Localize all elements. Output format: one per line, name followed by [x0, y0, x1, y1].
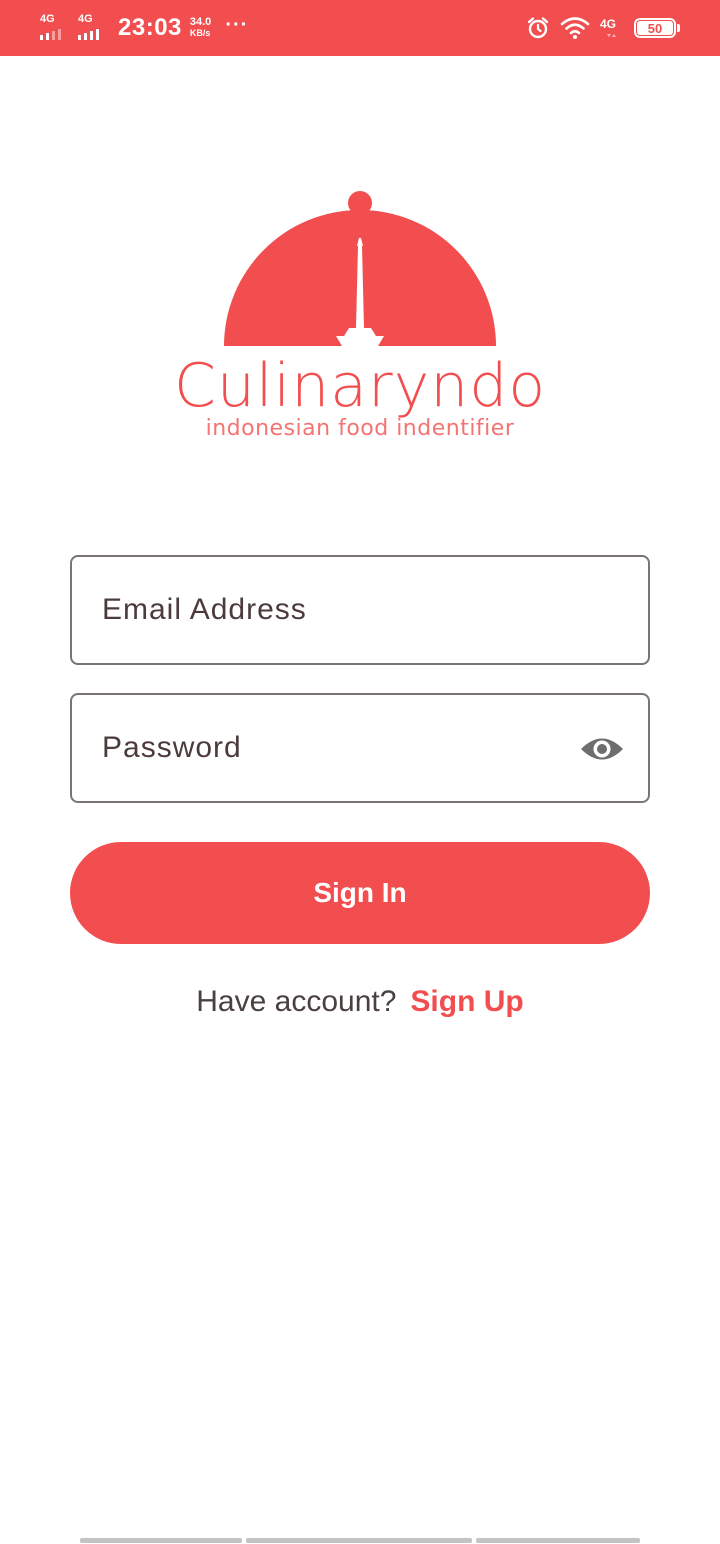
more-notifications-icon: ··· [225, 14, 249, 36]
status-right: 4G 50 [526, 0, 680, 56]
speed-unit: KB/s [189, 28, 211, 38]
brand-name: Culinaryndo [173, 351, 547, 421]
brand-tagline: indonesian food indentifier [205, 416, 515, 441]
speed-value: 34.0 [189, 16, 212, 28]
email-input[interactable] [72, 557, 648, 663]
nav-segment-middle[interactable] [246, 1538, 472, 1543]
show-password-eye-icon[interactable] [578, 729, 626, 769]
status-bar: 4G 4G 23:03 34.0 KB/s ··· 4G 50 [0, 0, 720, 56]
sign-in-button[interactable]: Sign In [70, 842, 650, 944]
battery-icon: 50 [634, 18, 680, 38]
network-2-label: 4G [78, 13, 93, 25]
wifi-icon [560, 16, 590, 40]
navigation-gesture-bar[interactable] [80, 1538, 640, 1544]
email-field[interactable] [70, 555, 650, 665]
sign-up-link[interactable]: Sign Up [410, 985, 523, 1018]
signal-right-icon: 4G [600, 15, 624, 41]
clock: 23:03 [118, 14, 182, 41]
nav-segment-left[interactable] [80, 1538, 242, 1543]
status-left: 4G 4G 23:03 34.0 KB/s ··· [40, 0, 248, 56]
password-field[interactable] [70, 693, 650, 803]
signal-2-icon: 4G [78, 14, 110, 42]
app-logo: Culinaryndo indonesian food indentifier [0, 180, 720, 441]
nav-segment-right[interactable] [476, 1538, 640, 1543]
battery-level: 50 [637, 21, 673, 36]
password-input[interactable] [72, 695, 648, 801]
alarm-icon [526, 16, 550, 40]
signup-prompt: Have account? Sign Up [0, 985, 720, 1019]
cloche-monument-icon [224, 191, 496, 346]
network-speed: 34.0 KB/s [190, 17, 211, 39]
signal-1-icon: 4G [40, 14, 72, 42]
network-1-label: 4G [40, 13, 55, 25]
have-account-text: Have account? [196, 985, 397, 1018]
